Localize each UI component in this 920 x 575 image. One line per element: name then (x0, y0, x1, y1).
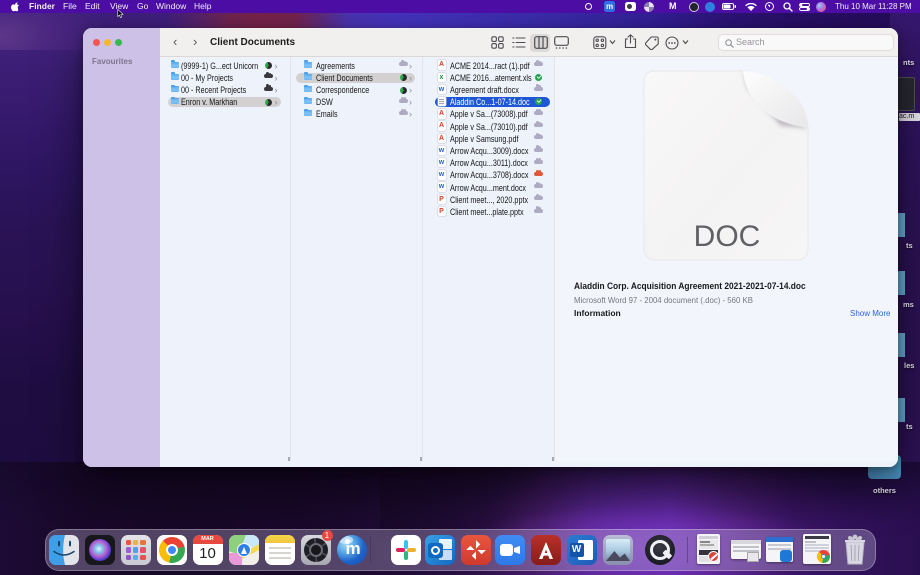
svg-text:DOC: DOC (694, 220, 761, 253)
